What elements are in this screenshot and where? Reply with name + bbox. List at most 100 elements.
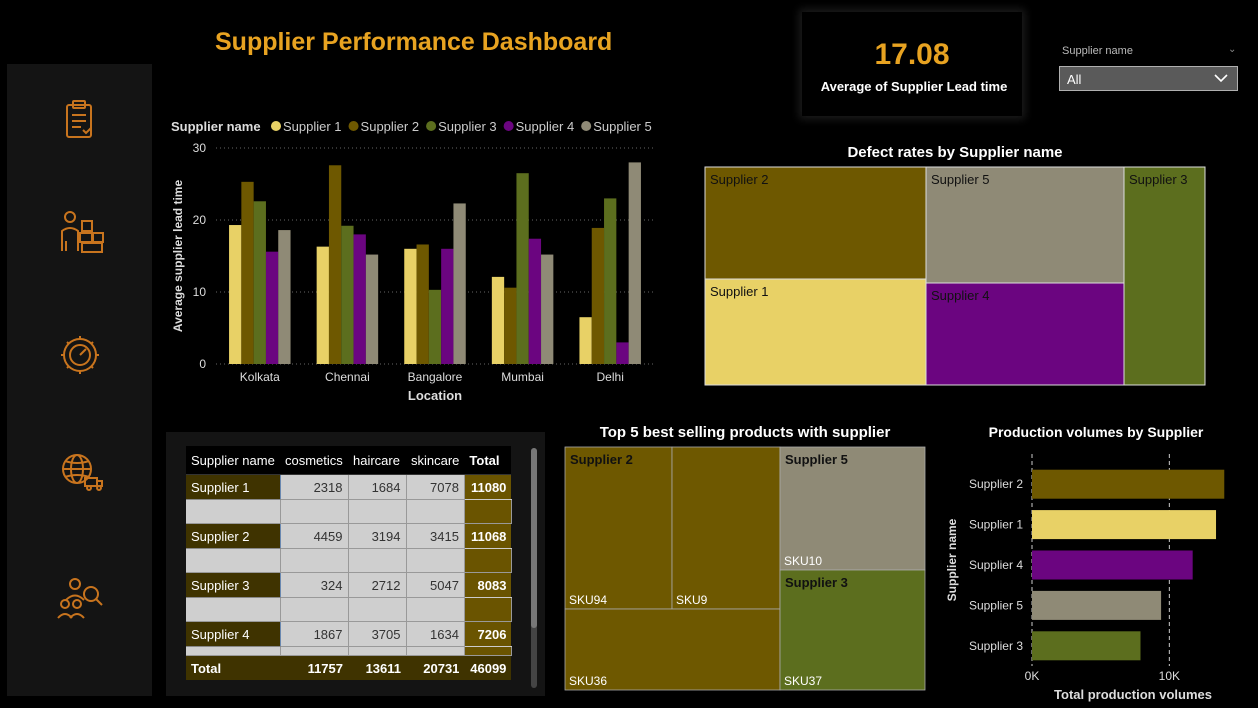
production-volumes-chart: Production volumes by Supplier 0K 10K Suppl… <box>945 424 1225 702</box>
y-tick-label: 0 <box>199 357 206 371</box>
legend-label: Supplier 2 <box>361 119 420 134</box>
legend-marker <box>348 121 359 131</box>
treemap-label: Supplier 2 <box>710 172 769 187</box>
legend-label: Supplier 4 <box>516 119 575 134</box>
bar <box>628 162 641 364</box>
spacer-cell <box>464 646 512 656</box>
value-cell: 4459 <box>280 523 349 549</box>
clipboard-icon[interactable] <box>55 96 105 146</box>
bar <box>1032 590 1162 620</box>
chevron-down-icon <box>1214 74 1228 83</box>
globe-delivery-icon[interactable] <box>55 445 105 495</box>
treemap-label: Supplier 1 <box>710 284 769 299</box>
total-row-cell: Total <box>186 655 280 680</box>
row-header-cell: Supplier 2 <box>186 523 281 549</box>
value-cell: 1634 <box>406 621 465 647</box>
bar <box>441 248 454 364</box>
spacer-cell <box>406 597 465 622</box>
spacer-cell <box>348 646 407 656</box>
defect-rates-treemap: Defect rates by Supplier name Supplier 2 S… <box>704 144 1206 386</box>
table-scroll-thumb[interactable] <box>531 448 537 628</box>
bar <box>453 203 466 364</box>
bar <box>253 201 266 364</box>
table-scrollbar[interactable] <box>531 448 537 688</box>
bar <box>491 276 505 364</box>
treemap-label: Supplier 4 <box>931 288 990 303</box>
y-tick-label: Supplier 4 <box>969 558 1023 572</box>
total-row-cell: 46099 <box>464 655 512 680</box>
total-row-cell: 11757 <box>280 655 348 680</box>
worker-boxes-icon[interactable] <box>55 207 105 257</box>
spacer-cell <box>280 499 349 524</box>
total-cell: 7206 <box>464 621 512 647</box>
table-spacer-row <box>186 499 512 524</box>
top-products-treemap: Top 5 best selling products with supplie… <box>564 424 926 691</box>
row-header-cell: Supplier 3 <box>186 572 281 598</box>
treemap-label: Supplier 5 <box>931 172 990 187</box>
total-cell: 11080 <box>464 474 512 500</box>
gear-speed-icon[interactable] <box>55 330 105 380</box>
y-tick-label: Supplier 3 <box>969 639 1023 653</box>
bar <box>428 289 442 364</box>
team-search-icon[interactable] <box>55 572 105 622</box>
bar <box>541 254 554 364</box>
total-row-cell: 20731 <box>406 655 465 680</box>
bar <box>1032 550 1193 580</box>
bar <box>265 251 279 364</box>
value-cell: 324 <box>280 572 349 598</box>
spacer-cell <box>464 499 512 524</box>
bar <box>616 342 629 364</box>
value-cell: 7078 <box>406 474 465 500</box>
value-cell: 3415 <box>406 523 465 549</box>
supplier-slicer-dropdown[interactable]: All <box>1059 66 1238 91</box>
table-row[interactable]: Supplier 3 324 2712 5047 8083 <box>186 572 512 598</box>
value-cell: 1867 <box>280 621 349 647</box>
kpi-value: 17.08 <box>874 38 950 71</box>
y-tick-label: Supplier 1 <box>969 518 1023 532</box>
spacer-cell <box>348 548 407 573</box>
column-header: skincare <box>406 446 465 475</box>
value-cell: 1684 <box>348 474 407 500</box>
sidebar-nav <box>7 64 152 696</box>
spacer-cell <box>186 597 281 622</box>
treemap-tile <box>1123 166 1206 386</box>
y-tick-label: Supplier 5 <box>969 598 1023 612</box>
total-row-cell: 13611 <box>348 655 406 680</box>
column-header: Total <box>464 446 512 475</box>
table-row[interactable]: Supplier 1 2318 1684 7078 11080 <box>186 474 512 500</box>
x-tick-label: Delhi <box>597 370 624 384</box>
x-axis-label: Location <box>408 388 462 403</box>
bar <box>278 230 291 364</box>
spacer-cell <box>406 548 465 573</box>
bar <box>591 227 605 364</box>
total-cell: 11068 <box>464 523 512 549</box>
y-axis-label: Average supplier lead time <box>171 180 185 333</box>
table-spacer-row <box>186 646 512 656</box>
x-tick-label: Chennai <box>325 370 370 384</box>
treemap-item-label: SKU10 <box>784 554 822 568</box>
treemap-item-label: SKU9 <box>676 593 708 607</box>
treemap-title: Defect rates by Supplier name <box>847 144 1062 161</box>
legend-label: Supplier 5 <box>593 119 652 134</box>
table-row[interactable]: Supplier 2 4459 3194 3415 11068 <box>186 523 512 549</box>
bar <box>416 244 429 364</box>
table-row[interactable]: Supplier 4 1867 3705 1634 7206 <box>186 621 512 647</box>
legend-marker <box>426 121 437 131</box>
kpi-label: Average of Supplier Lead time <box>820 79 1008 94</box>
slicer-collapse-icon[interactable]: ⌄ <box>1228 44 1236 55</box>
treemap-label: Supplier 3 <box>1129 172 1188 187</box>
spacer-cell <box>186 548 281 573</box>
spacer-cell <box>406 646 465 656</box>
legend-marker <box>271 121 281 131</box>
spacer-cell <box>348 597 407 622</box>
spacer-cell <box>348 499 407 524</box>
y-axis-label: Supplier name <box>945 518 959 601</box>
legend-title: Supplier name <box>171 119 261 134</box>
table-spacer-row <box>186 597 512 622</box>
treemap-tile <box>671 446 781 610</box>
bar <box>241 181 254 364</box>
lead-time-bar-chart: Supplier name Supplier 1 Supplier 2 Supplie… <box>171 119 654 403</box>
y-tick-label: 20 <box>193 213 207 227</box>
value-cell: 5047 <box>406 572 465 598</box>
bar <box>528 238 542 364</box>
